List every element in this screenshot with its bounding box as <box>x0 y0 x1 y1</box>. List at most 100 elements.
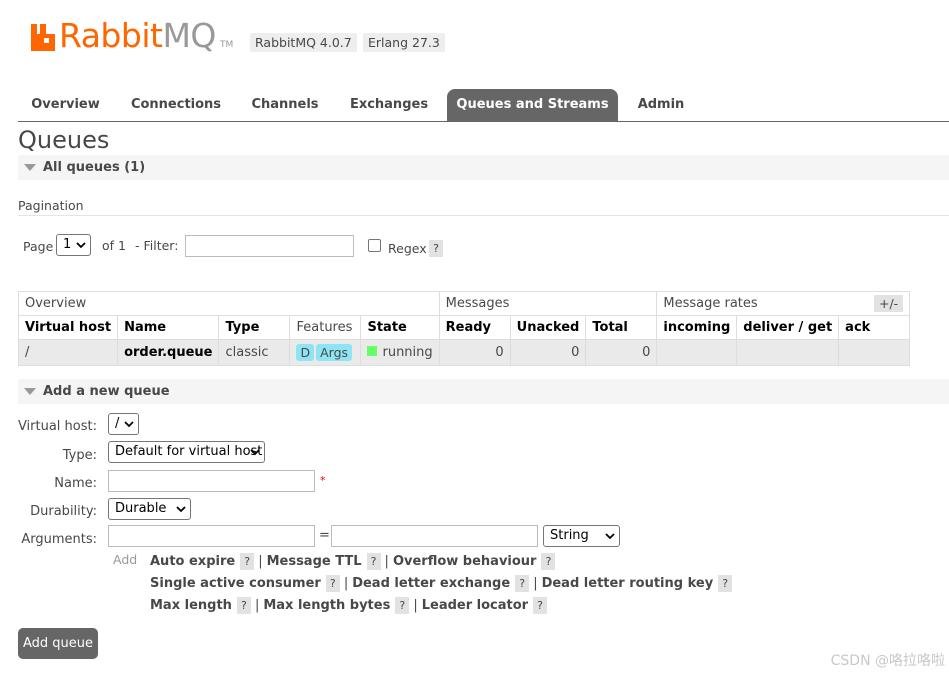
required-mark: * <box>320 474 326 487</box>
arg-auto-expire-link[interactable]: Auto expire <box>150 554 235 569</box>
watermark: CSDN @咯拉咯啦 <box>830 653 945 669</box>
table-column-header-row: Virtual host Name Type Features State Re… <box>17 315 911 340</box>
col-unacked[interactable]: Unacked <box>509 315 587 340</box>
separator: | <box>533 576 538 591</box>
max-length-help-button[interactable]: ? <box>236 597 251 614</box>
cell-ready: 0 <box>438 339 511 366</box>
cell-type: classic <box>218 339 291 366</box>
filter-input[interactable] <box>185 235 354 257</box>
col-incoming[interactable]: incoming <box>656 315 738 340</box>
page-of-label: of 1 <box>102 238 126 253</box>
tab-connections[interactable]: Connections <box>121 89 231 121</box>
arg-single-active-consumer-link[interactable]: Single active consumer <box>150 576 321 591</box>
add-queue-heading: Add a new queue <box>43 384 170 399</box>
group-message-rates: Message rates <box>656 291 911 316</box>
dead-letter-routing-key-help-button[interactable]: ? <box>718 575 733 592</box>
col-name[interactable]: Name <box>117 315 220 340</box>
arg-dead-letter-exchange-link[interactable]: Dead letter exchange <box>352 576 510 591</box>
rabbitmq-logo-icon <box>31 24 55 51</box>
tab-channels[interactable]: Channels <box>240 89 330 121</box>
argument-type-value: String <box>550 528 589 543</box>
overflow-behaviour-help-button[interactable]: ? <box>541 553 556 570</box>
tab-queues-and-streams[interactable]: Queues and Streams <box>447 89 618 121</box>
chevron-down-icon <box>605 533 615 540</box>
argument-value-input[interactable] <box>331 525 538 547</box>
cell-deliver-get <box>736 339 840 366</box>
leader-locator-help-button[interactable]: ? <box>533 597 548 614</box>
regex-help-button[interactable]: ? <box>429 240 443 257</box>
col-features: Features <box>289 315 362 340</box>
cell-total: 0 <box>585 339 658 366</box>
durability-label: Durability: <box>30 504 97 519</box>
feature-durable-badge: D <box>296 344 315 361</box>
chevron-down-icon <box>76 242 86 249</box>
virtual-host-label: Virtual host: <box>17 419 97 434</box>
name-label: Name: <box>54 476 97 491</box>
separator: | <box>343 576 349 591</box>
logo-trademark: TM <box>220 40 234 50</box>
argument-key-input[interactable] <box>108 525 315 547</box>
separator: | <box>254 598 260 613</box>
page-select[interactable]: 1 <box>56 234 91 256</box>
table-row[interactable]: / order.queue classic D Args running 0 0 … <box>17 339 911 366</box>
chevron-down-icon <box>124 421 134 428</box>
regex-checkbox[interactable] <box>368 239 381 252</box>
separator: | <box>384 554 389 569</box>
cell-virtual-host: / <box>17 339 119 366</box>
argument-type-select[interactable]: String <box>543 525 620 547</box>
auto-expire-help-button[interactable]: ? <box>240 553 255 570</box>
tab-overview[interactable]: Overview <box>18 89 113 121</box>
queue-name-input[interactable] <box>108 470 315 492</box>
single-active-consumer-help-button[interactable]: ? <box>325 575 340 592</box>
queue-type-select[interactable]: Default for virtual host <box>108 441 265 463</box>
col-total[interactable]: Total <box>585 315 658 340</box>
header: RabbitMQ TM RabbitMQ 4.0.7 Erlang 27.3 <box>28 14 928 55</box>
separator: | <box>258 554 263 569</box>
separator: | <box>413 598 418 613</box>
virtual-host-select[interactable]: / <box>108 413 139 435</box>
collapse-triangle-icon <box>24 164 36 171</box>
tab-exchanges[interactable]: Exchanges <box>340 89 438 121</box>
queues-table: Overview Messages Message rates Virtual … <box>17 291 911 366</box>
feature-args-badge: Args <box>316 344 353 361</box>
all-queues-section-toggle[interactable]: All queues (1) <box>18 155 949 180</box>
cell-features: D Args <box>289 339 362 366</box>
durability-value: Durable <box>115 501 167 516</box>
arguments-shortcuts-line-1: Auto expire? | Message TTL? | Overflow behav… <box>150 553 556 570</box>
col-state[interactable]: State <box>360 315 440 340</box>
erlang-badge: Erlang 27.3 <box>363 33 445 52</box>
cell-incoming <box>656 339 738 366</box>
arg-dead-letter-routing-key-link[interactable]: Dead letter routing key <box>542 576 714 591</box>
add-queue-button[interactable]: Add queue <box>18 628 98 659</box>
divider <box>18 215 949 216</box>
dead-letter-exchange-help-button[interactable]: ? <box>515 575 530 592</box>
queue-name-link[interactable]: order.queue <box>117 339 220 366</box>
arguments-label: Arguments: <box>21 532 97 547</box>
col-type[interactable]: Type <box>218 315 291 340</box>
tab-admin[interactable]: Admin <box>628 89 694 121</box>
arg-max-length-bytes-link[interactable]: Max length bytes <box>263 598 390 613</box>
page-label: Page <box>23 239 54 254</box>
columns-toggle-button[interactable]: +/- <box>874 295 904 312</box>
col-virtual-host[interactable]: Virtual host <box>17 315 119 340</box>
col-deliver-get[interactable]: deliver / get <box>736 315 840 340</box>
main-tabs: Overview Connections Channels Exchanges … <box>18 89 949 122</box>
arg-overflow-behaviour-link[interactable]: Overflow behaviour <box>393 554 537 569</box>
max-length-bytes-help-button[interactable]: ? <box>395 597 410 614</box>
all-queues-heading: All queues (1) <box>43 160 146 175</box>
durability-select[interactable]: Durable <box>108 498 191 520</box>
arg-leader-locator-link[interactable]: Leader locator <box>422 598 528 613</box>
message-ttl-help-button[interactable]: ? <box>366 553 381 570</box>
add-queue-section-toggle[interactable]: Add a new queue <box>18 379 949 404</box>
filter-label: - Filter: <box>135 238 179 253</box>
arg-message-ttl-link[interactable]: Message TTL <box>267 554 362 569</box>
col-ready[interactable]: Ready <box>438 315 511 340</box>
arg-max-length-link[interactable]: Max length <box>150 598 232 613</box>
table-group-header-row: Overview Messages Message rates <box>18 291 911 316</box>
type-label: Type: <box>62 448 97 463</box>
col-ack[interactable]: ack <box>838 315 911 340</box>
add-argument-label: Add <box>113 552 138 567</box>
chevron-down-icon <box>176 506 186 513</box>
arguments-shortcuts-line-2: Single active consumer? | Dead letter exch… <box>150 575 733 592</box>
page-title: Queues <box>18 126 110 154</box>
